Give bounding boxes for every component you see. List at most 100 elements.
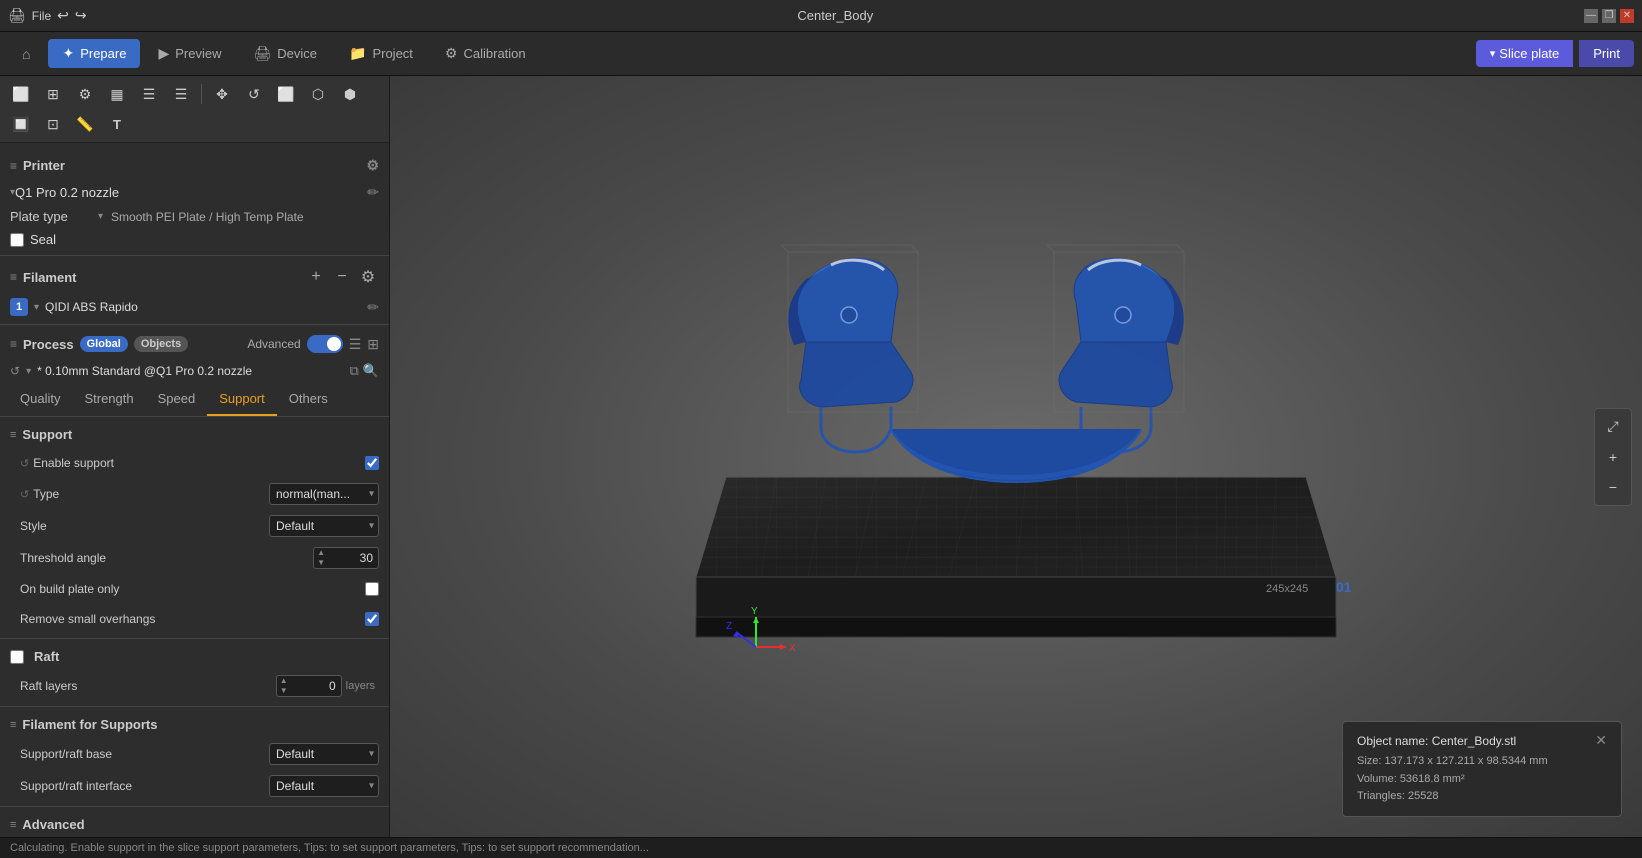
support-group-icon: ≡ (10, 429, 16, 441)
threshold-angle-input-wrap: ▲ ▼ (313, 547, 379, 569)
process-copy-btn[interactable]: ⧉ (350, 363, 359, 379)
nav-tab-project[interactable]: 📁 Project (335, 39, 427, 68)
process-grid-icon[interactable]: ⊞ (367, 336, 379, 353)
filament-settings-btn[interactable]: ⚙ (357, 266, 379, 288)
cut-btn[interactable]: ⬡ (303, 80, 333, 108)
filament-section-icon: ≡ (10, 270, 17, 284)
printer-section-icon: ≡ (10, 159, 17, 173)
raft-layers-down[interactable]: ▼ (277, 686, 291, 696)
zoom-in-btn[interactable]: + (1599, 443, 1627, 471)
process-list-icon[interactable]: ☰ (349, 336, 362, 353)
filament-add-btn[interactable]: + (305, 266, 327, 288)
support-type-reset-icon[interactable]: ↺ (20, 488, 29, 501)
tab-support[interactable]: Support (207, 383, 277, 416)
seal-row: Seal (0, 228, 389, 251)
support-btn[interactable]: ⬢ (335, 80, 365, 108)
tab-strength[interactable]: Strength (72, 383, 145, 416)
slice-plate-label: Slice plate (1499, 46, 1559, 61)
process-search-btn[interactable]: 🔍 (363, 363, 379, 379)
support-type-label-wrap: ↺ Type (20, 487, 261, 501)
nav-tab-project-label: Project (372, 46, 412, 61)
measure-btn[interactable]: 📏 (70, 110, 100, 138)
close-btn[interactable]: ✕ (1620, 9, 1634, 23)
printer-settings-icon[interactable]: ⚙ (366, 157, 379, 174)
nav-tab-home[interactable]: ⌂ (8, 40, 44, 68)
support-type-row: ↺ Type normal(man... (0, 478, 389, 510)
filament-supports-group-header[interactable]: ≡ Filament for Supports (0, 711, 389, 738)
move-btn[interactable]: ✥ (207, 80, 237, 108)
tab-quality[interactable]: Quality (8, 383, 72, 416)
enable-support-checkbox[interactable] (365, 456, 379, 470)
nav-tab-calibration[interactable]: ⚙ Calibration (431, 39, 540, 68)
add-object-btn[interactable]: ⬜ (6, 80, 36, 108)
advanced-toggle-switch[interactable] (307, 335, 343, 353)
obj-info-header: Object name: Center_Body.stl (1357, 734, 1516, 748)
badge-objects[interactable]: Objects (134, 336, 188, 352)
advanced-group-header[interactable]: ≡ Advanced (0, 811, 389, 837)
raft-layers-up[interactable]: ▲ (277, 676, 291, 686)
filament-remove-btn[interactable]: − (331, 266, 353, 288)
support-style-label-wrap: Style (20, 519, 261, 533)
undo-btn[interactable]: ↩ (57, 7, 69, 24)
zoom-fit-btn[interactable]: ⤢ (1599, 413, 1627, 441)
rotate-btn[interactable]: ↺ (239, 80, 269, 108)
settings-btn[interactable]: ⚙ (70, 80, 100, 108)
zoom-out-btn[interactable]: − (1599, 473, 1627, 501)
sidebar-scroll-area: ≡ Printer ⚙ ▾ Q1 Pro 0.2 nozzle ✏ Plate … (0, 143, 389, 837)
nav-tab-device[interactable]: 🖨 Device (239, 39, 331, 68)
obj-info-title: Object name: Center_Body.stl ✕ (1357, 732, 1607, 749)
layers-btn[interactable]: ☰ (134, 80, 164, 108)
support-raft-interface-select[interactable]: Default (269, 775, 379, 797)
plate-type-value: Smooth PEI Plate / High Temp Plate (111, 210, 304, 224)
threshold-angle-input[interactable] (328, 548, 378, 568)
nav-tab-preview[interactable]: ▶ Preview (144, 39, 235, 68)
raft-group-header[interactable]: Raft (0, 643, 389, 670)
raft-enable-checkbox[interactable] (10, 650, 24, 664)
toolbar-strip: ⬜ ⊞ ⚙ ▦ ☰ ☰ ✥ ↺ ⬜ ⬡ ⬢ 🔲 ⊡ 📏 T (0, 76, 389, 143)
tab-speed[interactable]: Speed (146, 383, 208, 416)
obj-info-close-btn[interactable]: ✕ (1595, 732, 1607, 749)
device-icon: 🖨 (253, 45, 271, 62)
support-raft-base-row: Support/raft base Default (0, 738, 389, 770)
restore-btn[interactable]: ❐ (1602, 9, 1616, 23)
on-build-plate-label: On build plate only (20, 582, 119, 596)
main-content: ⬜ ⊞ ⚙ ▦ ☰ ☰ ✥ ↺ ⬜ ⬡ ⬢ 🔲 ⊡ 📏 T ≡ Printer … (0, 76, 1642, 837)
divider-1 (0, 255, 389, 256)
support-type-select[interactable]: normal(man... (269, 483, 379, 505)
raft-layers-input[interactable] (291, 676, 341, 696)
text-btn[interactable]: T (102, 110, 132, 138)
fdm-btn[interactable]: ⊡ (38, 110, 68, 138)
remove-small-checkbox[interactable] (365, 612, 379, 626)
grid-btn[interactable]: ⊞ (38, 80, 68, 108)
nav-tab-prepare[interactable]: ✦ Prepare (48, 39, 140, 68)
arrange-btn[interactable]: ▦ (102, 80, 132, 108)
printer-section-header[interactable]: ≡ Printer ⚙ (0, 151, 389, 180)
file-menu[interactable]: File (32, 9, 51, 23)
support-group-header[interactable]: ≡ Support (0, 421, 389, 448)
support-raft-base-select[interactable]: Default (269, 743, 379, 765)
threshold-angle-down[interactable]: ▼ (314, 558, 328, 568)
tab-others[interactable]: Others (277, 383, 340, 416)
enable-support-reset-icon[interactable]: ↺ (20, 457, 29, 470)
seam-btn[interactable]: 🔲 (6, 110, 36, 138)
badge-global[interactable]: Global (80, 336, 128, 352)
enable-support-label: Enable support (33, 456, 114, 470)
filament-edit-btn-1[interactable]: ✏ (367, 299, 379, 316)
scale-btn[interactable]: ⬜ (271, 80, 301, 108)
seal-checkbox[interactable] (10, 233, 24, 247)
redo-btn[interactable]: ↪ (75, 7, 87, 24)
svg-text:Z: Z (726, 621, 732, 632)
threshold-angle-up[interactable]: ▲ (314, 548, 328, 558)
orient-btn[interactable]: ☰ (166, 80, 196, 108)
divider-raft (0, 638, 389, 639)
raft-layers-suffix: layers (346, 680, 379, 692)
filament-name-1: QIDI ABS Rapido (45, 300, 361, 314)
printer-edit-btn[interactable]: ✏ (367, 184, 379, 201)
minimize-btn[interactable]: — (1584, 9, 1598, 23)
print-btn[interactable]: Print (1579, 40, 1634, 67)
slice-plate-btn[interactable]: ▾ Slice plate (1476, 40, 1574, 67)
support-style-select[interactable]: Default (269, 515, 379, 537)
plate-number-text: 01 (1336, 579, 1352, 595)
support-type-control: normal(man... (269, 483, 379, 505)
on-build-plate-checkbox[interactable] (365, 582, 379, 596)
